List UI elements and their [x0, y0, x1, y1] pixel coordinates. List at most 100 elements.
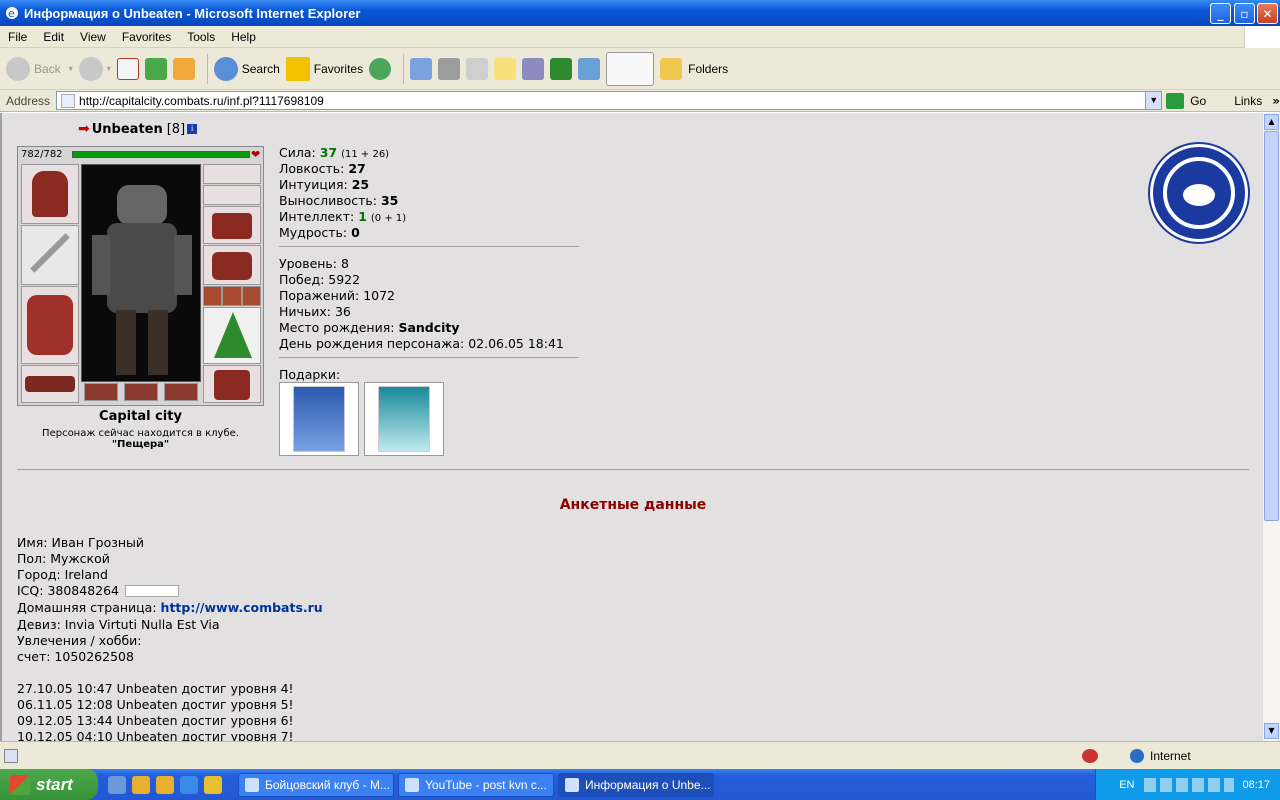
rune-slot[interactable] — [164, 383, 198, 401]
history-icon[interactable] — [369, 57, 392, 80]
back-button[interactable]: Back ▾ — [6, 56, 73, 81]
ring-slot[interactable] — [203, 286, 223, 306]
star-icon — [285, 56, 310, 81]
stat-strength: Сила: 37 (11 + 26) — [279, 145, 390, 160]
close-button[interactable]: ✕ — [1257, 3, 1278, 24]
info-icon[interactable]: i — [187, 124, 198, 134]
quicklaunch-icon[interactable] — [132, 775, 150, 794]
popup-blocked-icon[interactable] — [1082, 748, 1098, 763]
go-button[interactable]: Go — [1166, 92, 1206, 109]
quicklaunch-icon[interactable] — [108, 775, 126, 794]
globe-icon — [1130, 748, 1144, 763]
ring-slot[interactable] — [241, 286, 261, 306]
ie-icon — [405, 777, 419, 792]
bracers-slot[interactable] — [203, 206, 261, 244]
menu-edit[interactable]: Edit — [35, 30, 72, 44]
icq-icon[interactable] — [550, 57, 573, 80]
zone-indicator: Internet — [1130, 748, 1191, 763]
belt-slot[interactable] — [21, 365, 79, 403]
homepage-link[interactable]: http://www.combats.ru — [161, 600, 323, 615]
forward-button[interactable]: ▾ — [78, 56, 111, 81]
ie-quicklaunch-icon[interactable] — [180, 775, 198, 794]
task-button[interactable]: Бойцовский клуб - M... — [238, 772, 394, 797]
refresh-icon[interactable] — [144, 57, 167, 80]
tray-icons[interactable] — [1144, 777, 1235, 792]
page-status-icon — [4, 748, 18, 763]
mail-icon[interactable] — [410, 57, 433, 80]
vertical-scrollbar[interactable]: ▲ ▼ — [1262, 113, 1280, 741]
stat-intellect: Интеллект: 1 (0 + 1) — [279, 209, 407, 224]
city-name: Capital city — [99, 409, 182, 424]
chevron-icon[interactable]: » — [1272, 94, 1280, 108]
menu-favorites[interactable]: Favorites — [114, 30, 179, 44]
address-dropdown[interactable]: ▼ — [1145, 92, 1162, 109]
links-button[interactable]: Links — [1234, 94, 1262, 108]
window-title: Информация о Unbeaten - Microsoft Intern… — [24, 5, 361, 21]
back-arrow-icon — [6, 56, 30, 81]
profile-city: Город: Ireland — [17, 567, 108, 582]
earrings-slot[interactable] — [203, 164, 261, 184]
toolbar: Back ▾ ▾ Search Favorites Folders — [0, 48, 1280, 90]
messenger-icon[interactable] — [578, 57, 601, 80]
profile-hobby: Увлечения / хобби: — [17, 633, 142, 648]
helmet-slot[interactable] — [21, 164, 79, 224]
page-content: ➡ Unbeaten [8] i 782/782 ❤ Capital city … — [0, 113, 1262, 741]
profile-account: счет: 1050262508 — [17, 649, 134, 664]
page-icon — [61, 93, 76, 108]
start-button[interactable]: start — [0, 769, 98, 800]
gift-2006[interactable] — [279, 382, 359, 456]
language-indicator[interactable]: EN — [1119, 779, 1134, 791]
boots-slot[interactable] — [203, 365, 261, 403]
research-icon[interactable] — [522, 57, 545, 80]
home-icon[interactable] — [172, 57, 195, 80]
discuss-icon[interactable] — [494, 57, 517, 80]
icq-status-icon — [125, 584, 180, 597]
quicklaunch-icon[interactable] — [156, 775, 174, 794]
edit-icon[interactable] — [466, 57, 489, 80]
status-bar: Internet — [0, 741, 1280, 769]
skype-icon[interactable] — [606, 51, 655, 86]
scroll-down-icon[interactable]: ▼ — [1264, 723, 1279, 739]
stat-endurance: Выносливость: 35 — [279, 193, 399, 208]
rune-slot[interactable] — [84, 383, 118, 401]
ie-icon: e — [4, 5, 20, 21]
print-icon[interactable] — [438, 57, 461, 80]
info-losses: Поражений: 1072 — [279, 288, 396, 303]
clan-emblem-icon[interactable] — [1150, 144, 1248, 242]
windows-flag-icon — [10, 774, 30, 795]
character-name[interactable]: Unbeaten — [92, 122, 163, 137]
menu-help[interactable]: Help — [223, 30, 264, 44]
task-button[interactable]: YouTube - post kvn c... — [398, 772, 554, 797]
maximize-button[interactable]: ▫ — [1234, 3, 1255, 24]
quicklaunch-icon[interactable] — [204, 775, 222, 794]
info-draws: Ничьих: 36 — [279, 304, 351, 319]
scroll-thumb[interactable] — [1264, 131, 1279, 521]
profile-motto: Девиз: Invia Virtuti Nulla Est Via — [17, 617, 220, 632]
christmas-tree-slot[interactable] — [203, 307, 261, 364]
amulet-slot[interactable] — [203, 185, 261, 205]
favorites-button[interactable]: Favorites — [285, 56, 363, 81]
menu-view[interactable]: View — [72, 30, 114, 44]
gloves-slot[interactable] — [203, 245, 261, 285]
task-button-active[interactable]: Информация о Unbe... — [558, 772, 714, 797]
profile-name: Имя: Иван Грозный — [17, 535, 145, 550]
armor-slot[interactable] — [21, 286, 79, 364]
profile-heading: Анкетные данные — [559, 497, 707, 513]
stop-icon[interactable] — [116, 57, 139, 80]
menu-tools[interactable]: Tools — [179, 30, 223, 44]
gift-2007[interactable] — [364, 382, 444, 456]
rune-slot[interactable] — [124, 383, 158, 401]
log-line: 09.12.05 13:44 Unbeaten достиг уровня 6! — [17, 713, 294, 728]
hp-bar — [72, 151, 250, 158]
minimize-button[interactable]: _ — [1210, 3, 1231, 24]
menu-file[interactable]: File — [0, 30, 35, 44]
scroll-up-icon[interactable]: ▲ — [1264, 114, 1279, 130]
weapon-slot[interactable] — [21, 225, 79, 285]
search-button[interactable]: Search — [213, 56, 280, 81]
ring-slot[interactable] — [222, 286, 242, 306]
search-icon — [213, 56, 238, 81]
folders-button[interactable]: Folders — [660, 57, 728, 80]
avatar-panel: 782/782 ❤ — [17, 146, 264, 406]
character-image — [81, 164, 201, 382]
address-input[interactable]: http://capitalcity.combats.ru/inf.pl?111… — [56, 91, 1163, 110]
